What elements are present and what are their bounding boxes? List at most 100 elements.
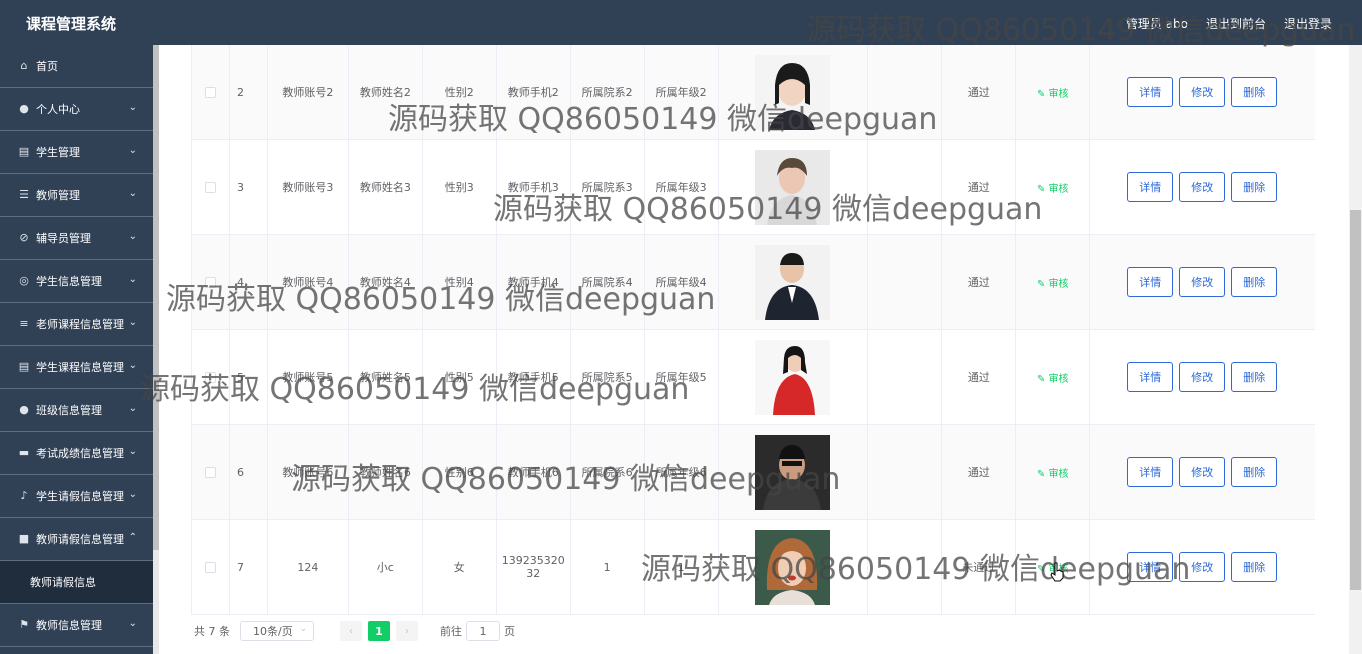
edit-button[interactable]: 修改	[1179, 267, 1226, 297]
cell-sex: 性别6	[423, 425, 497, 519]
detail-button[interactable]: 详情	[1127, 457, 1174, 487]
audit-label: 审核	[1048, 278, 1069, 290]
audit-link[interactable]: ✎ 审核	[1037, 370, 1069, 385]
clipboard-icon: ▤	[18, 145, 30, 158]
prev-page-button[interactable]: ‹	[340, 621, 362, 641]
delete-button[interactable]: 删除	[1231, 172, 1278, 202]
sidebar-item[interactable]: ▤ 学生课程信息管理 ⌄	[0, 346, 153, 389]
sidebar-item-label: 教师管理	[36, 189, 80, 202]
row-checkbox[interactable]	[204, 86, 216, 98]
sidebar-item[interactable]: ■ 教师请假信息管理 ⌃	[0, 518, 153, 561]
next-page-button[interactable]: ›	[396, 621, 418, 641]
sidebar-item[interactable]: ⚑ 教师信息管理 ⌄	[0, 604, 153, 647]
delete-button[interactable]: 删除	[1231, 552, 1278, 582]
audit-link[interactable]: ✎ 审核	[1037, 85, 1069, 100]
sidebar-item-label: 教师信息管理	[36, 619, 102, 632]
sidebar-item[interactable]: ▬ 考试成绩信息管理 ⌄	[0, 432, 153, 475]
edit-button[interactable]: 修改	[1179, 457, 1226, 487]
row-checkbox[interactable]	[204, 371, 216, 383]
audit-link[interactable]: ✎ 审核	[1037, 465, 1069, 480]
cell-operations: 详情 修改 删除	[1090, 520, 1315, 614]
row-checkbox[interactable]	[204, 276, 216, 288]
app-title: 课程管理系统	[26, 15, 117, 33]
cell-audit-status: 通过	[942, 425, 1017, 519]
cell-phone: 教师手机6	[497, 425, 571, 519]
detail-button[interactable]: 详情	[1127, 267, 1174, 297]
page-scrollbar[interactable]	[1349, 45, 1362, 654]
sidebar-item[interactable]: ⊘ 辅导员管理 ⌄	[0, 217, 153, 260]
cell-grade: 所属年级4	[645, 235, 719, 329]
goto-suffix: 页	[504, 625, 515, 638]
delete-button[interactable]: 删除	[1231, 362, 1278, 392]
edit-pen-icon: ✎	[1036, 373, 1049, 385]
cell-operations: 详情 修改 删除	[1090, 140, 1315, 234]
cell-sex: 性别5	[423, 330, 497, 424]
audit-link[interactable]: ✎ 审核	[1037, 180, 1069, 195]
sidebar-item[interactable]: ◎ 学生信息管理 ⌄	[0, 260, 153, 303]
delete-button[interactable]: 删除	[1231, 457, 1278, 487]
sidebar-item[interactable]: ≡ 老师课程信息管理 ⌄	[0, 303, 153, 346]
page-scrollbar-thumb[interactable]	[1350, 210, 1361, 590]
detail-button[interactable]: 详情	[1127, 172, 1174, 202]
sidebar-item[interactable]: ♪ 学生请假信息管理 ⌄	[0, 475, 153, 518]
edit-button[interactable]: 修改	[1179, 77, 1226, 107]
cell-index: 4	[230, 235, 268, 329]
row-checkbox-cell	[192, 140, 230, 234]
cell-name: 教师姓名4	[349, 235, 423, 329]
edit-button[interactable]: 修改	[1179, 172, 1226, 202]
sidebar-item[interactable]: ▤ 学生管理 ⌄	[0, 131, 153, 174]
edit-button[interactable]: 修改	[1179, 552, 1226, 582]
row-checkbox[interactable]	[204, 466, 216, 478]
top-bar: 课程管理系统 管理员 abo 退出到前台 退出登录	[0, 0, 1362, 45]
sidebar-item[interactable]: ● 班级信息管理 ⌄	[0, 389, 153, 432]
delete-button[interactable]: 删除	[1231, 267, 1278, 297]
edit-button[interactable]: 修改	[1179, 362, 1226, 392]
chevron-up-icon: ⌃	[128, 532, 137, 543]
cell-empty	[868, 45, 943, 139]
sidebar-subitem-teacher-leave[interactable]: 教师请假信息	[0, 561, 153, 604]
page-number-current[interactable]: 1	[368, 621, 390, 641]
sidebar-item-label: 班级信息管理	[36, 404, 102, 417]
video-icon: ■	[18, 532, 30, 545]
audit-link[interactable]: ✎ 审核	[1037, 275, 1069, 290]
goto-page-input[interactable]	[466, 621, 500, 641]
chevron-down-icon: ⌄	[128, 403, 137, 414]
delete-button[interactable]: 删除	[1231, 77, 1278, 107]
sidebar-item[interactable]: ☰ 教师管理 ⌄	[0, 174, 153, 217]
sidebar-item[interactable]: ⌂ 首页	[0, 45, 153, 88]
chevron-down-icon: ⌄	[128, 274, 137, 285]
table-row: 6 教师账号6 教师姓名6 性别6 教师手机6 所属院系6 所属年级6 通过 ✎ 审核 详情 修改删…	[192, 425, 1315, 520]
chevron-down-icon: ⌄	[128, 231, 137, 242]
table-row: 7 124 小c 女 139235320 32 1 1 未通过 ✎ 审核 详情 修改 删除	[192, 520, 1315, 615]
microphone-icon: ♪	[20, 489, 28, 502]
chevron-right-icon: ›	[405, 625, 409, 637]
detail-button[interactable]: 详情	[1127, 77, 1174, 107]
back-to-front-link[interactable]: 退出到前台	[1206, 15, 1266, 32]
cell-account: 124	[268, 520, 349, 614]
row-checkbox-cell	[192, 520, 230, 614]
cell-grade: 所属年级3	[645, 140, 719, 234]
cell-grade: 1	[645, 520, 719, 614]
detail-button[interactable]: 详情	[1127, 552, 1174, 582]
cell-audit-action: ✎ 审核	[1016, 425, 1091, 519]
cell-empty	[868, 520, 943, 614]
logout-link[interactable]: 退出登录	[1284, 15, 1332, 32]
sidebar-item[interactable]: ● 个人中心 ⌄	[0, 88, 153, 131]
cell-photo	[719, 330, 869, 424]
cell-phone: 教师手机3	[497, 140, 571, 234]
cell-audit-action: ✎ 审核	[1016, 45, 1091, 139]
cell-sex: 性别3	[423, 140, 497, 234]
goto-page: 前往 页	[440, 621, 515, 641]
row-checkbox[interactable]	[204, 561, 216, 573]
chevron-down-icon: ⌄	[128, 102, 137, 113]
page-size-value: 10条/页	[253, 625, 293, 638]
detail-button[interactable]: 详情	[1127, 362, 1174, 392]
cell-grade: 所属年级6	[645, 425, 719, 519]
user-icon: ●	[19, 403, 29, 416]
edit-pen-icon: ✎	[1036, 183, 1049, 195]
page-size-select[interactable]: 10条/页 ⌄	[240, 621, 314, 641]
chevron-down-icon: ⌄	[128, 618, 137, 629]
sidebar-item-label: 个人中心	[36, 103, 80, 116]
row-checkbox[interactable]	[204, 181, 216, 193]
sidebar-item-label: 首页	[36, 60, 58, 73]
